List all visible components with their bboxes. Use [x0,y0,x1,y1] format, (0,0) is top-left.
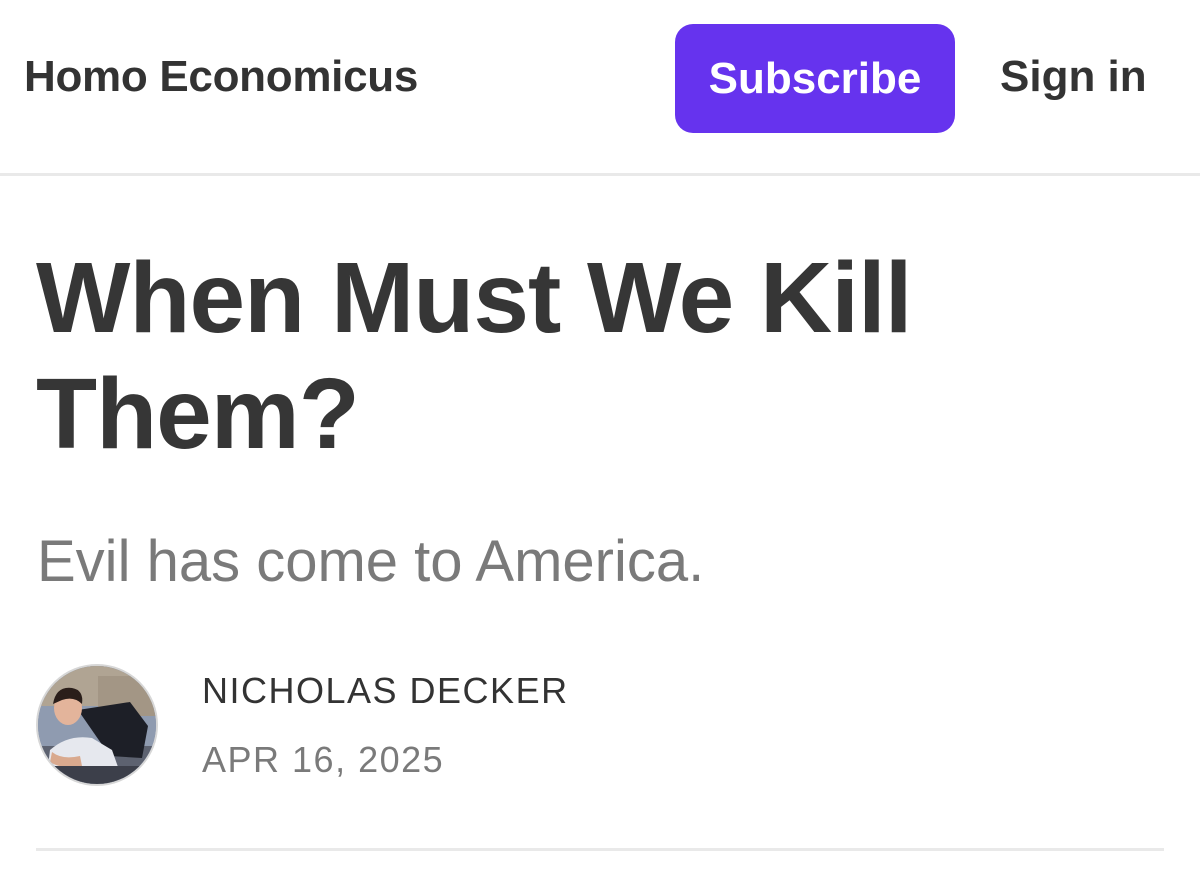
post-date: APR 16, 2025 [202,739,445,780]
author-photo-icon [38,666,156,784]
author-avatar[interactable] [36,664,158,786]
divider [36,848,1164,851]
post-title: When Must We Kill Them? [36,242,913,470]
site-header: Homo Economicus Subscribe Sign in [0,0,1200,176]
publication-name[interactable]: Homo Economicus [24,52,418,102]
subscribe-button[interactable]: Subscribe [675,24,955,133]
sign-in-link[interactable]: Sign in [1000,52,1147,102]
post-subtitle: Evil has come to America. [37,529,705,594]
author-name[interactable]: NICHOLAS DECKER [202,670,569,712]
